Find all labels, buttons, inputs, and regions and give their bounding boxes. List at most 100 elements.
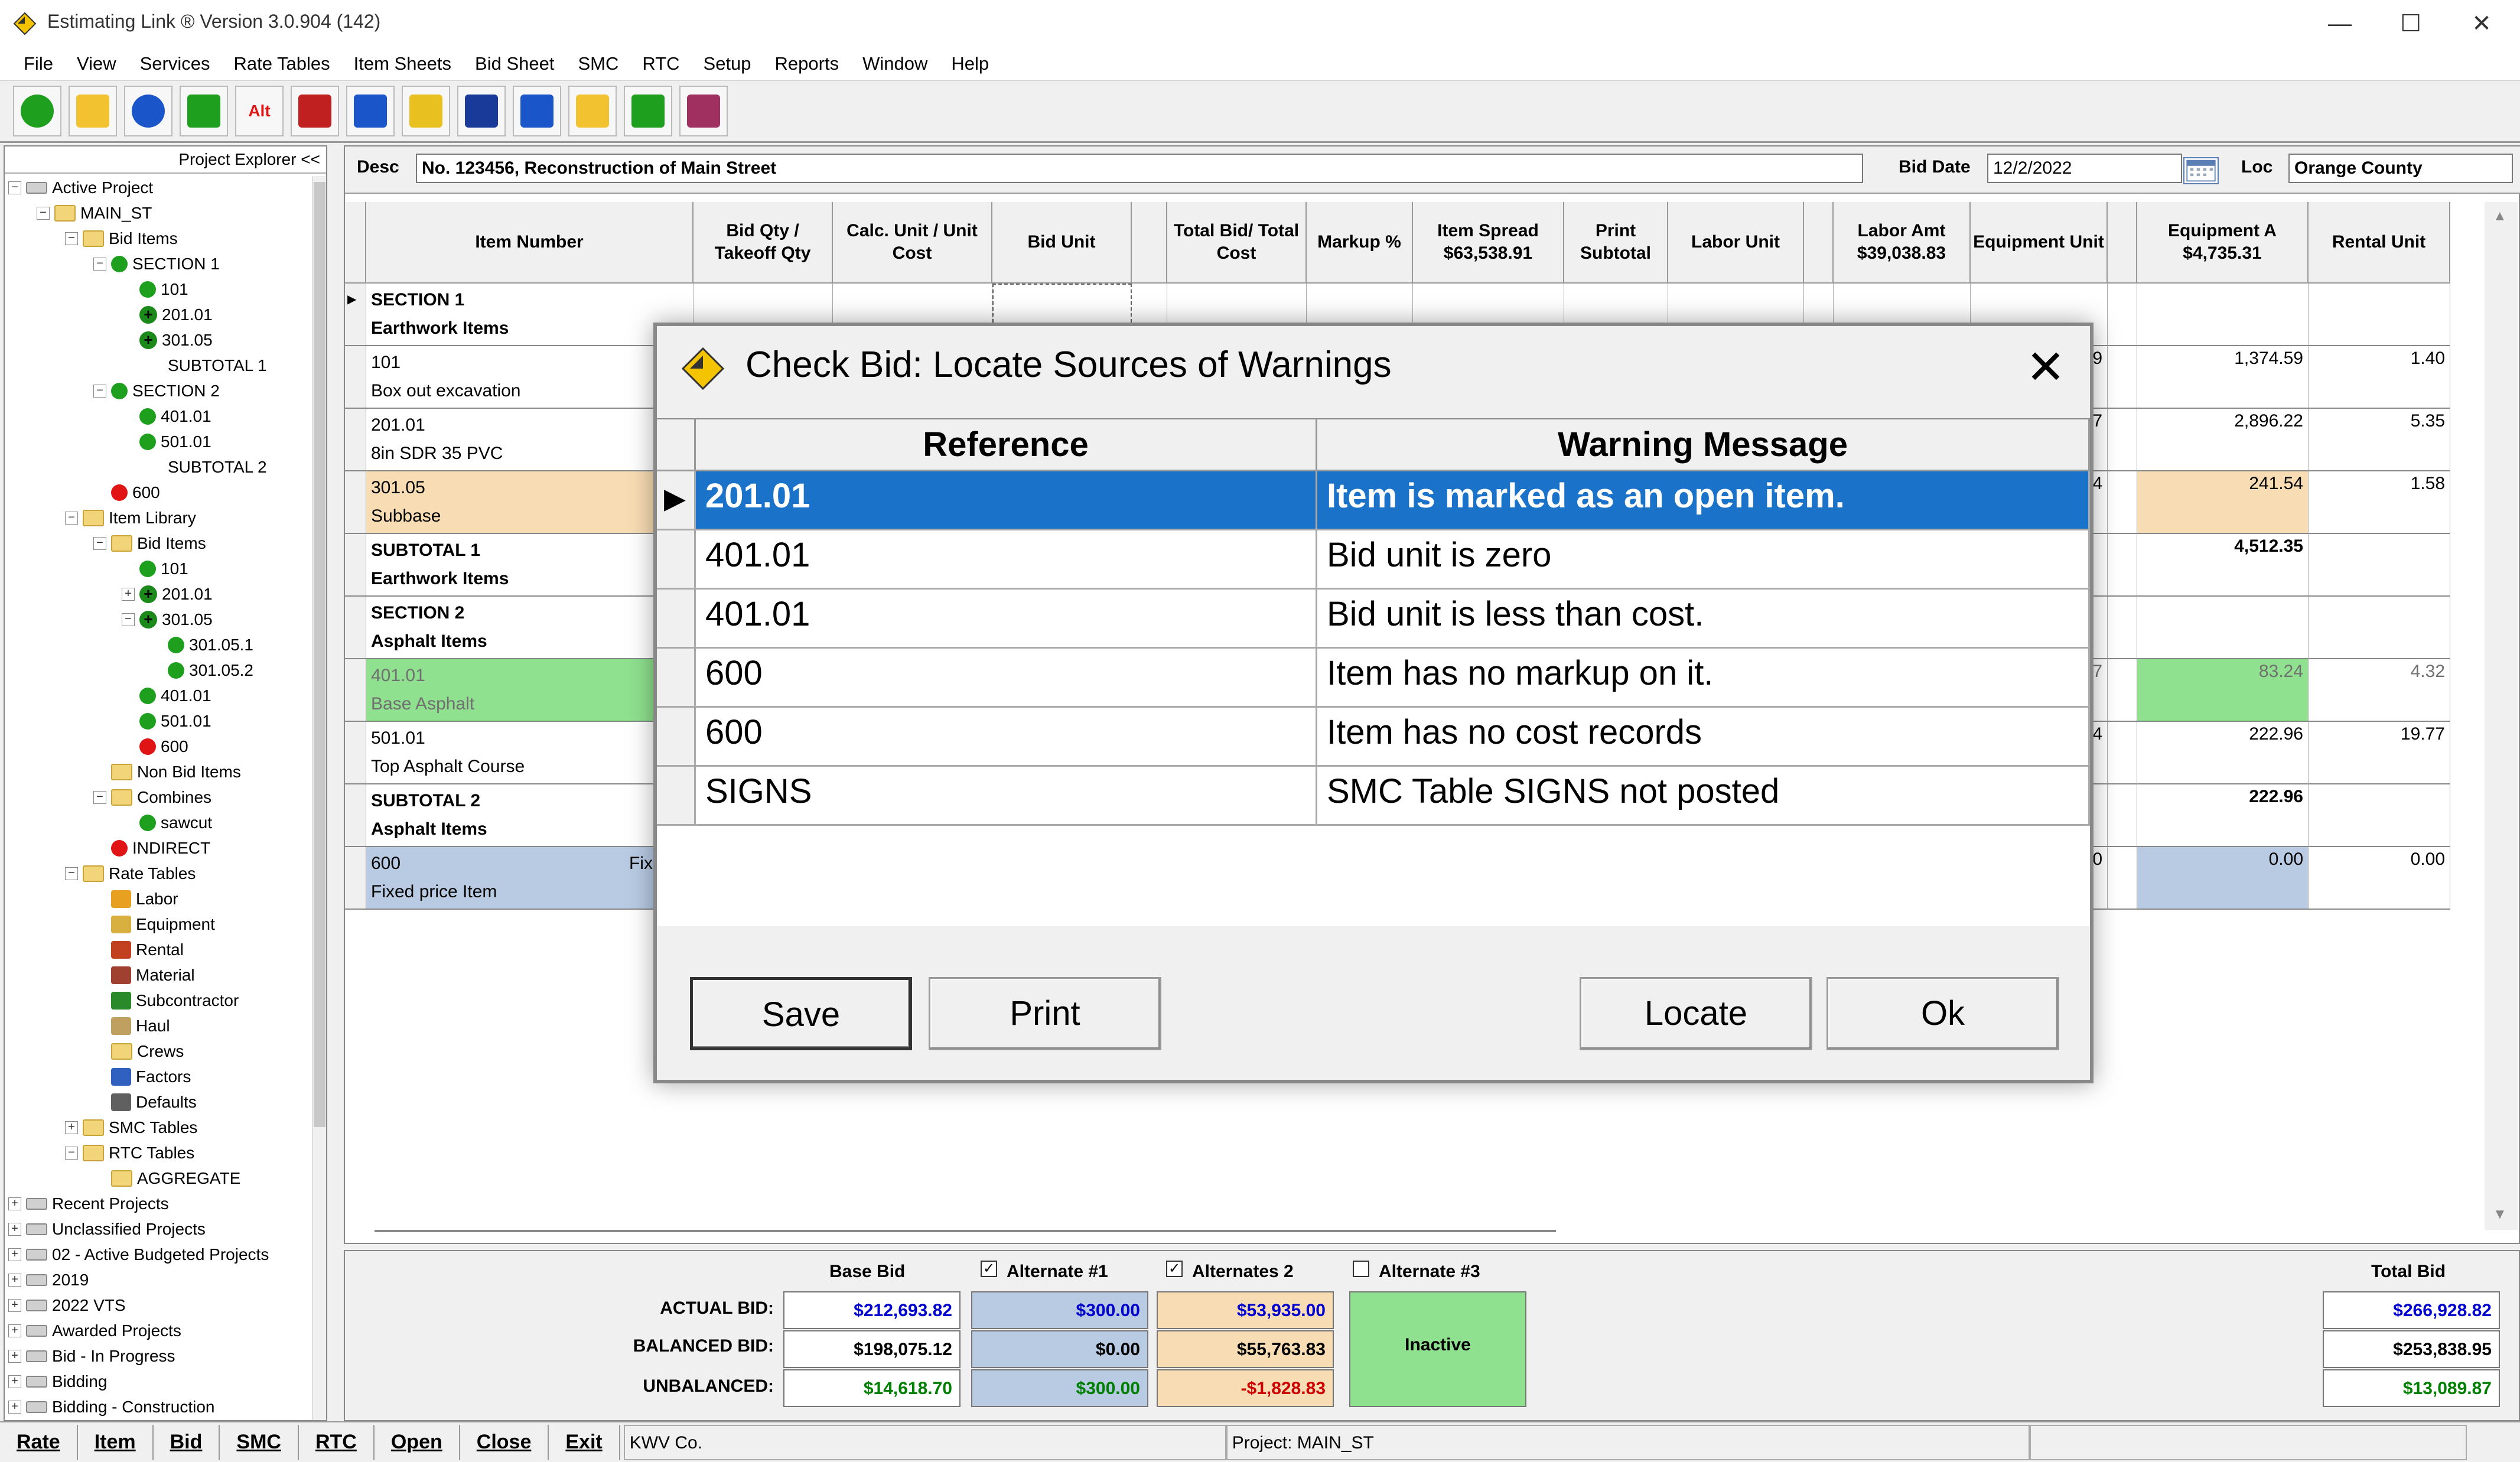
item-number-cell[interactable]: SECTION 1 Earthwork Items bbox=[366, 284, 694, 346]
smc-tab-button[interactable]: SMC bbox=[220, 1424, 299, 1460]
scroll-down-icon[interactable]: ▼ bbox=[2493, 1206, 2507, 1223]
tree-node[interactable]: Material bbox=[93, 963, 195, 987]
close-window-button[interactable]: ✕ bbox=[2443, 0, 2520, 47]
item-number-cell[interactable]: 600Fixed F Fixed price Item bbox=[366, 847, 694, 910]
grid-column-header[interactable] bbox=[1132, 202, 1167, 284]
maximize-button[interactable]: ☐ bbox=[2372, 0, 2449, 47]
grid-column-header[interactable]: Bid Qty / Takeoff Qty bbox=[694, 202, 833, 284]
item-number-cell[interactable]: 201.01 8in SDR 35 PVC bbox=[366, 409, 694, 471]
calendar-icon[interactable] bbox=[2183, 157, 2219, 184]
tree-node[interactable]: + +201.01 bbox=[122, 582, 213, 606]
warning-reference[interactable]: 401.01 bbox=[696, 530, 1317, 590]
row-selector[interactable] bbox=[657, 708, 696, 767]
grid-vertical-scrollbar[interactable]: ▲ ▼ bbox=[2485, 202, 2518, 1230]
grid-column-header[interactable]: Rental Unit bbox=[2309, 202, 2450, 284]
row-indicator[interactable] bbox=[345, 784, 366, 847]
grid-column-header[interactable]: Bid Unit bbox=[992, 202, 1132, 284]
grid-column-header[interactable]: Total Bid/ Total Cost bbox=[1167, 202, 1307, 284]
ok-button[interactable]: Ok bbox=[1826, 977, 2059, 1050]
open-tab-button[interactable]: Open bbox=[375, 1424, 460, 1460]
grid-column-header[interactable] bbox=[2108, 202, 2137, 284]
row-selector[interactable] bbox=[657, 590, 696, 649]
tree-node[interactable]: − Item Library bbox=[65, 506, 196, 530]
equipment-amount-cell[interactable]: 222.96 bbox=[2137, 784, 2309, 847]
grid-column-header[interactable]: Item Number bbox=[366, 202, 694, 284]
rental-unit-cell[interactable]: 1.58 bbox=[2309, 471, 2450, 534]
selected-row-arrow-icon[interactable]: ▶ bbox=[657, 471, 696, 530]
menu-file[interactable]: File bbox=[12, 53, 65, 74]
tree-node[interactable]: Factors bbox=[93, 1065, 191, 1089]
tree-node[interactable]: Subcontractor bbox=[93, 989, 239, 1012]
warning-message[interactable]: Bid unit is zero bbox=[1317, 530, 2090, 590]
equipment-amount-cell[interactable]: 222.96 bbox=[2137, 722, 2309, 784]
tree-node[interactable]: + Bid - In Progress bbox=[8, 1344, 175, 1368]
menu-rtc[interactable]: RTC bbox=[630, 53, 691, 74]
grid-column-header[interactable]: Equipment Unit bbox=[1971, 202, 2108, 284]
tree-node[interactable]: +2022 VTS bbox=[8, 1294, 126, 1317]
tree-toggle-icon[interactable]: − bbox=[37, 207, 50, 220]
project-explorer-header[interactable]: Project Explorer << bbox=[5, 146, 326, 174]
tree-node[interactable]: − +301.05 bbox=[122, 608, 213, 631]
tree-toggle-icon[interactable]: − bbox=[93, 537, 106, 550]
explorer-scrollbar[interactable] bbox=[312, 176, 326, 1420]
equipment-amount-cell[interactable] bbox=[2137, 597, 2309, 659]
tree-toggle-icon[interactable]: − bbox=[65, 1147, 78, 1160]
equipment-amount-cell[interactable]: 0.00 bbox=[2137, 847, 2309, 910]
reference-column-header[interactable]: Reference bbox=[696, 419, 1317, 471]
rental-unit-cell[interactable] bbox=[2309, 534, 2450, 597]
tree-node[interactable]: INDIRECT bbox=[93, 836, 210, 860]
edit-toolbar-button[interactable] bbox=[402, 86, 450, 136]
tree-node[interactable]: Haul bbox=[93, 1014, 170, 1038]
row-indicator[interactable] bbox=[345, 534, 366, 597]
rental-unit-cell[interactable]: 5.35 bbox=[2309, 409, 2450, 471]
tree-toggle-icon[interactable]: − bbox=[65, 512, 78, 525]
tree-node[interactable]: Defaults bbox=[93, 1090, 197, 1114]
tree-node[interactable]: AGGREGATE bbox=[93, 1167, 240, 1190]
tree-node[interactable]: + Unclassified Projects bbox=[8, 1217, 206, 1241]
rental-unit-cell[interactable]: 19.77 bbox=[2309, 722, 2450, 784]
info-toolbar-button[interactable] bbox=[124, 86, 172, 136]
grid-column-header[interactable]: Equipment A $4,735.31 bbox=[2137, 202, 2309, 284]
rate-tab-button[interactable]: Rate bbox=[0, 1424, 78, 1460]
tree-toggle-icon[interactable]: − bbox=[93, 258, 106, 271]
alternate-2-checkbox[interactable]: ✓ bbox=[1166, 1261, 1183, 1277]
menu-item-sheets[interactable]: Item Sheets bbox=[342, 53, 463, 74]
tree-node[interactable]: Rental bbox=[93, 938, 184, 962]
tree-node[interactable]: 501.01 bbox=[122, 709, 211, 733]
item-number-cell[interactable]: 301.05 Subbase bbox=[366, 471, 694, 534]
tree-toggle-icon[interactable]: − bbox=[65, 232, 78, 245]
tree-toggle-icon[interactable]: − bbox=[8, 181, 21, 194]
tree-toggle-icon[interactable]: + bbox=[8, 1375, 21, 1388]
tree-node[interactable]: + Bidding - Construction bbox=[8, 1395, 214, 1419]
tree-node[interactable]: − Bid Items bbox=[93, 532, 206, 555]
report-toolbar-button[interactable] bbox=[679, 86, 728, 136]
tree-node[interactable]: +301.05 bbox=[122, 328, 213, 352]
menu-reports[interactable]: Reports bbox=[763, 53, 851, 74]
minimize-button[interactable]: — bbox=[2301, 0, 2378, 47]
menu-help[interactable]: Help bbox=[939, 53, 1001, 74]
warning-row[interactable]: 401.01 Bid unit is less than cost. bbox=[657, 590, 2090, 649]
equipment-amount-cell[interactable] bbox=[2137, 284, 2309, 346]
grid-horizontal-scrollbar[interactable] bbox=[375, 1230, 1556, 1232]
tree-node[interactable]: 301.05.1 bbox=[150, 633, 253, 657]
grid-column-header[interactable]: Markup % bbox=[1307, 202, 1413, 284]
tree-node[interactable]: − SECTION 1 bbox=[93, 252, 220, 276]
close-tab-button[interactable]: Close bbox=[460, 1424, 549, 1460]
item-number-cell[interactable]: 501.01TO Top Asphalt Course bbox=[366, 722, 694, 784]
tree-node[interactable]: + Awarded Projects bbox=[8, 1319, 181, 1343]
tree-node[interactable]: − RTC Tables bbox=[65, 1141, 194, 1165]
warning-row[interactable]: 600 Item has no markup on it. bbox=[657, 649, 2090, 708]
scroll-up-icon[interactable]: ▲ bbox=[2493, 208, 2507, 224]
grid-column-header[interactable]: Labor Amt $39,038.83 bbox=[1834, 202, 1971, 284]
tree-node[interactable]: Non Bid Items bbox=[93, 760, 241, 784]
warning-row[interactable]: ▶ 201.01 Item is marked as an open item. bbox=[657, 471, 2090, 530]
bid-tab-button[interactable]: Bid bbox=[154, 1424, 220, 1460]
checklist-toolbar-button[interactable] bbox=[346, 86, 395, 136]
exit-tab-button[interactable]: Exit bbox=[549, 1424, 620, 1460]
warning-row[interactable]: SIGNS SMC Table SIGNS not posted bbox=[657, 767, 2090, 826]
tree-node[interactable]: − Rate Tables bbox=[65, 862, 196, 885]
tree-node[interactable]: 401.01 bbox=[122, 405, 211, 428]
open-folder-toolbar-button[interactable] bbox=[69, 86, 117, 136]
row-selector[interactable] bbox=[657, 649, 696, 708]
rental-unit-cell[interactable] bbox=[2309, 597, 2450, 659]
